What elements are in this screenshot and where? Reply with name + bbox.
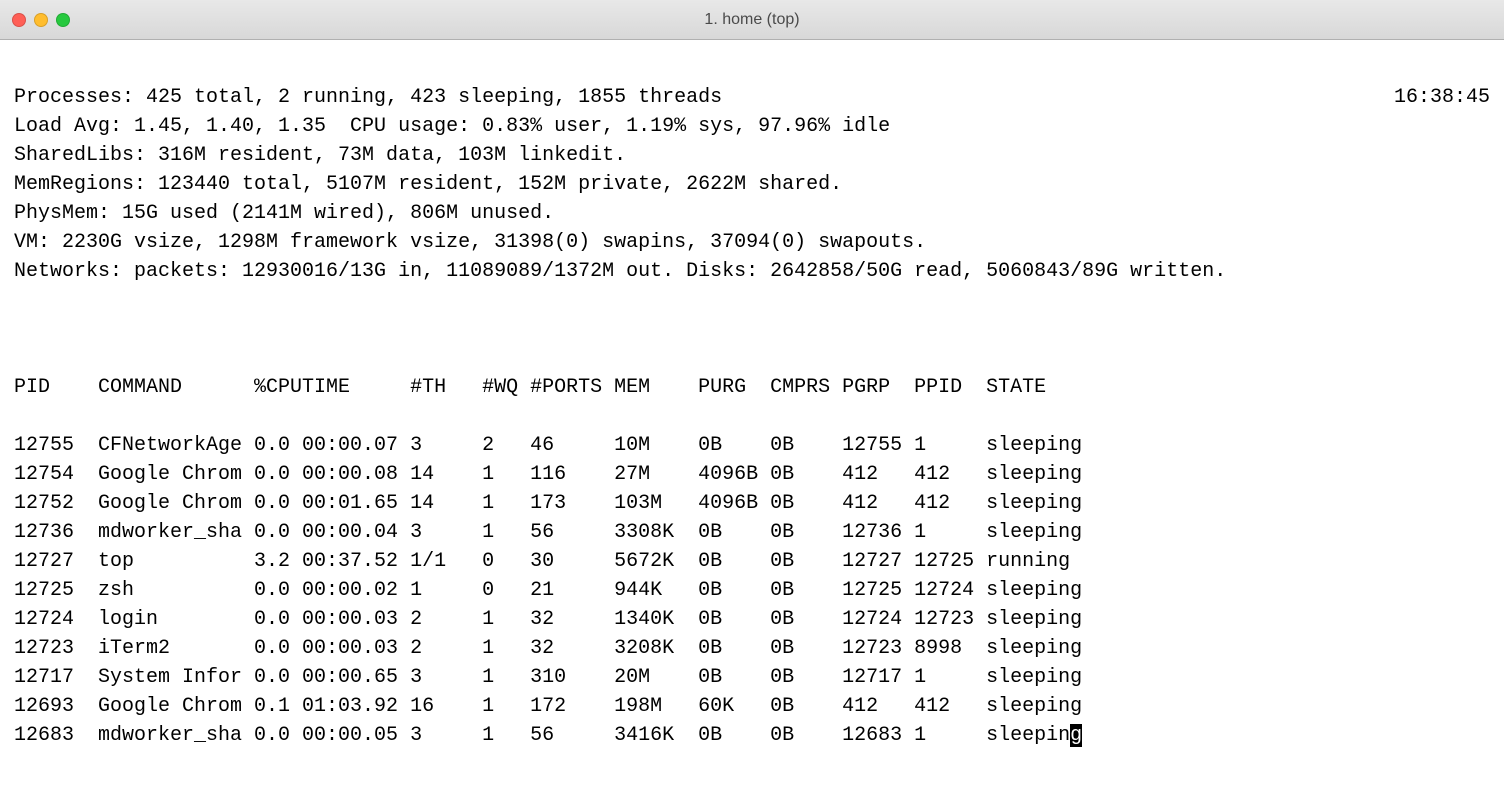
- table-row: 12723 iTerm2 0.0 00:00.03 2 1 32 3208K 0…: [14, 634, 1490, 663]
- table-row: 12683 mdworker_sha 0.0 00:00.05 3 1 56 3…: [14, 721, 1490, 750]
- maximize-icon[interactable]: [56, 13, 70, 27]
- header-vm: VM: 2230G vsize, 1298M framework vsize, …: [14, 228, 1490, 257]
- blank-line: [14, 315, 1490, 344]
- table-row: 12693 Google Chrom 0.1 01:03.92 16 1 172…: [14, 692, 1490, 721]
- table-row: 12725 zsh 0.0 00:00.02 1 0 21 944K 0B 0B…: [14, 576, 1490, 605]
- header-networks: Networks: packets: 12930016/13G in, 1108…: [14, 257, 1490, 286]
- clock-time: 16:38:45: [1394, 83, 1490, 112]
- table-row: 12752 Google Chrom 0.0 00:01.65 14 1 173…: [14, 489, 1490, 518]
- terminal-cursor: g: [1070, 724, 1082, 747]
- header-memregions: MemRegions: 123440 total, 5107M resident…: [14, 170, 1490, 199]
- header-processes: Processes: 425 total, 2 running, 423 sle…: [14, 83, 1490, 112]
- traffic-lights: [12, 13, 70, 27]
- header-physmem: PhysMem: 15G used (2141M wired), 806M un…: [14, 199, 1490, 228]
- header-loadavg: Load Avg: 1.45, 1.40, 1.35 CPU usage: 0.…: [14, 112, 1490, 141]
- top-header: 16:38:45Processes: 425 total, 2 running,…: [14, 83, 1490, 286]
- header-sharedlibs: SharedLibs: 316M resident, 73M data, 103…: [14, 141, 1490, 170]
- table-row: 12736 mdworker_sha 0.0 00:00.04 3 1 56 3…: [14, 518, 1490, 547]
- table-row: 12724 login 0.0 00:00.03 2 1 32 1340K 0B…: [14, 605, 1490, 634]
- process-table-body: 12755 CFNetworkAge 0.0 00:00.07 3 2 46 1…: [14, 431, 1490, 750]
- minimize-icon[interactable]: [34, 13, 48, 27]
- process-table-header: PID COMMAND %CPUTIME #TH #WQ #PORTS MEM …: [14, 373, 1490, 402]
- table-row: 12717 System Infor 0.0 00:00.65 3 1 310 …: [14, 663, 1490, 692]
- table-row: 12755 CFNetworkAge 0.0 00:00.07 3 2 46 1…: [14, 431, 1490, 460]
- window-title-bar: 1. home (top): [0, 0, 1504, 40]
- table-row: 12754 Google Chrom 0.0 00:00.08 14 1 116…: [14, 460, 1490, 489]
- window-title: 1. home (top): [704, 11, 799, 29]
- table-row: 12727 top 3.2 00:37.52 1/1 0 30 5672K 0B…: [14, 547, 1490, 576]
- terminal-output[interactable]: 16:38:45Processes: 425 total, 2 running,…: [0, 40, 1504, 793]
- close-icon[interactable]: [12, 13, 26, 27]
